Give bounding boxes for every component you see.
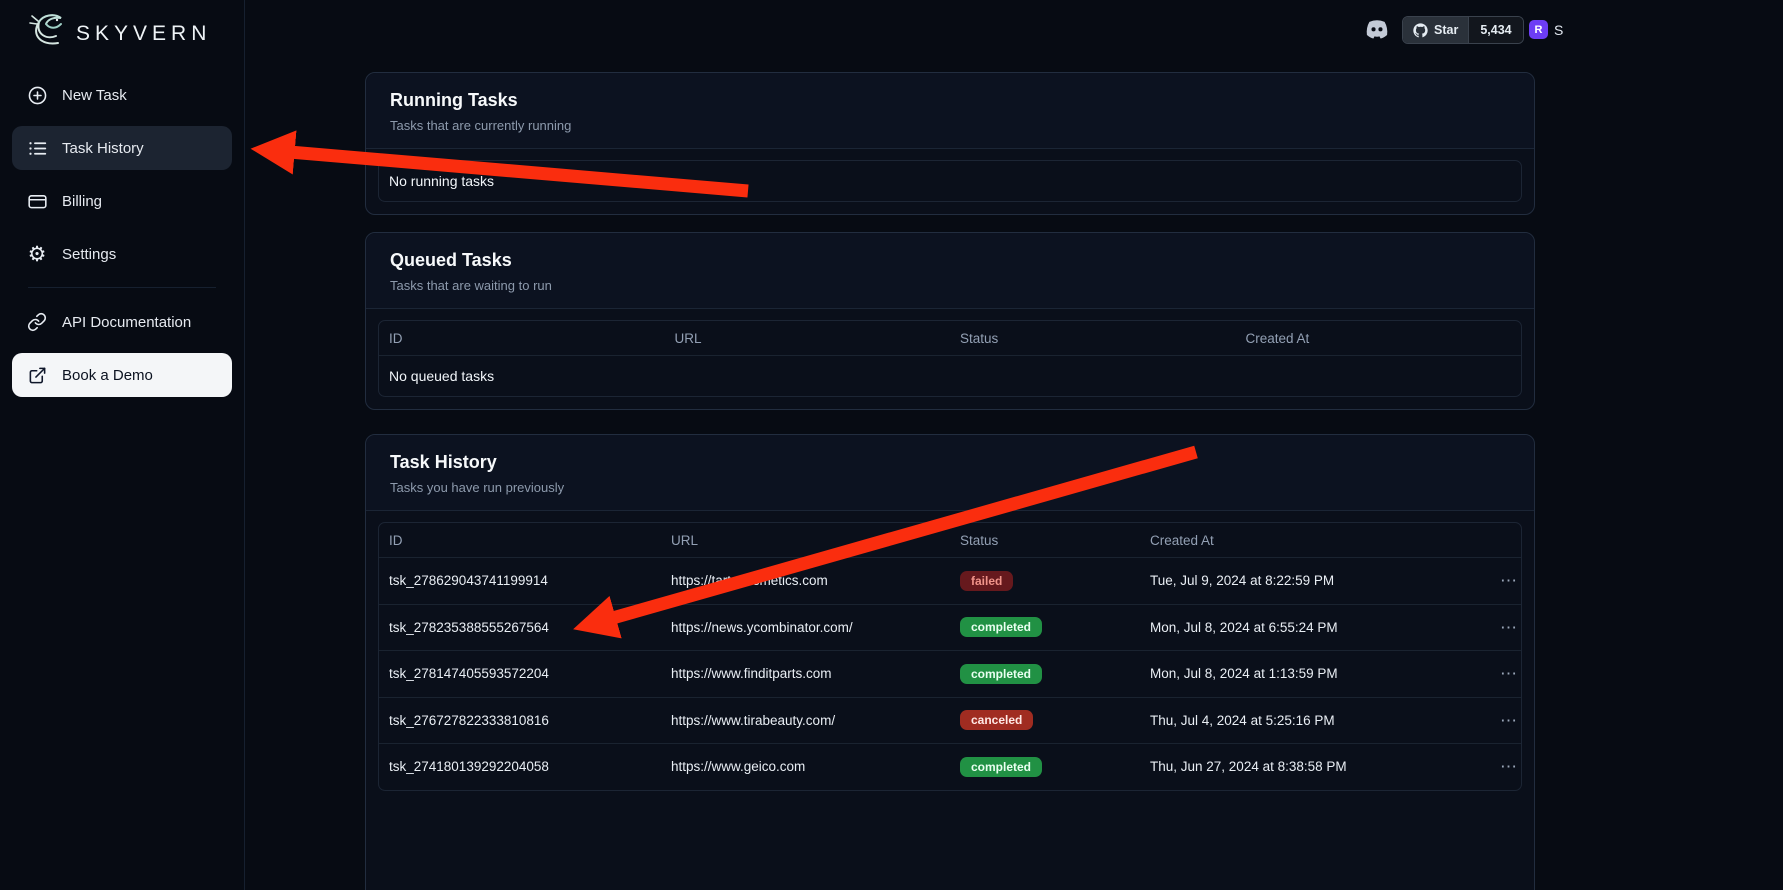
sidebar-item-label: Settings xyxy=(62,246,116,263)
task-created-at: Mon, Jul 8, 2024 at 1:13:59 PM xyxy=(1140,666,1490,681)
status-badge: canceled xyxy=(960,710,1033,730)
status-badge: completed xyxy=(960,664,1042,684)
history-table-body: tsk_278629043741199914https://tartecosme… xyxy=(379,557,1521,790)
list-icon xyxy=(26,137,48,159)
task-created-at: Thu, Jul 4, 2024 at 5:25:16 PM xyxy=(1140,713,1490,728)
column-header: ID xyxy=(379,533,661,548)
task-id: tsk_276727822333810816 xyxy=(379,713,661,728)
brand-name: SKYVERN xyxy=(76,22,211,46)
github-star-widget[interactable]: Star 5,434 xyxy=(1402,16,1524,44)
task-row[interactable]: tsk_278147405593572204https://www.findit… xyxy=(379,650,1521,697)
card-title: Running Tasks xyxy=(390,90,1510,111)
task-history-header: Task History Tasks you have run previous… xyxy=(366,435,1534,511)
running-tasks-header: Running Tasks Tasks that are currently r… xyxy=(366,73,1534,149)
row-actions-button[interactable]: ⋯ xyxy=(1500,758,1517,775)
sidebar-item-label: New Task xyxy=(62,87,127,104)
task-actions: ⋯ xyxy=(1490,758,1522,775)
column-header: Status xyxy=(950,331,1236,346)
task-url: https://www.finditparts.com xyxy=(661,666,950,681)
sidebar-item-settings[interactable]: ⚙ Settings xyxy=(12,232,232,276)
card-subtitle: Tasks that are currently running xyxy=(390,118,1510,133)
row-actions-button[interactable]: ⋯ xyxy=(1500,572,1517,589)
sidebar: SKYVERN New Task Task History xyxy=(0,0,245,890)
link-icon xyxy=(26,311,48,333)
row-actions-button[interactable]: ⋯ xyxy=(1500,619,1517,636)
user-label-clipped: S xyxy=(1554,22,1563,38)
task-created-at: Mon, Jul 8, 2024 at 6:55:24 PM xyxy=(1140,620,1490,635)
task-url: https://news.ycombinator.com/ xyxy=(661,620,950,635)
history-table-head: IDURLStatusCreated At xyxy=(379,523,1521,557)
github-star-count: 5,434 xyxy=(1468,17,1522,43)
plus-circle-icon xyxy=(26,84,48,106)
task-status: canceled xyxy=(950,710,1140,730)
status-badge: completed xyxy=(960,617,1042,637)
queued-tasks-card: Queued Tasks Tasks that are waiting to r… xyxy=(365,232,1535,410)
task-id: tsk_278147405593572204 xyxy=(379,666,661,681)
task-actions: ⋯ xyxy=(1490,665,1522,682)
card-title: Task History xyxy=(390,452,1510,473)
column-header: Created At xyxy=(1236,331,1522,346)
task-status: completed xyxy=(950,617,1140,637)
task-id: tsk_278629043741199914 xyxy=(379,573,661,588)
task-created-at: Thu, Jun 27, 2024 at 8:38:58 PM xyxy=(1140,759,1490,774)
task-created-at: Tue, Jul 9, 2024 at 8:22:59 PM xyxy=(1140,573,1490,588)
sidebar-item-task-history[interactable]: Task History xyxy=(12,126,232,170)
column-header: URL xyxy=(665,331,951,346)
github-star-label: Star xyxy=(1434,23,1458,37)
external-link-icon xyxy=(26,364,48,386)
queued-table-head: IDURLStatusCreated At xyxy=(379,321,1521,355)
task-url: https://tartecosmetics.com xyxy=(661,573,950,588)
discord-icon[interactable] xyxy=(1364,18,1390,42)
avatar[interactable]: R xyxy=(1529,20,1548,39)
task-status: completed xyxy=(950,757,1140,777)
task-row[interactable]: tsk_276727822333810816https://www.tirabe… xyxy=(379,697,1521,744)
task-id: tsk_278235388555267564 xyxy=(379,620,661,635)
column-header: Status xyxy=(950,533,1140,548)
sidebar-item-book-a-demo[interactable]: Book a Demo xyxy=(12,353,232,397)
task-url: https://www.geico.com xyxy=(661,759,950,774)
brand-logo-link[interactable]: SKYVERN xyxy=(0,0,244,60)
queued-empty-state: No queued tasks xyxy=(379,355,1521,396)
row-actions-button[interactable]: ⋯ xyxy=(1500,665,1517,682)
sidebar-item-new-task[interactable]: New Task xyxy=(12,73,232,117)
sidebar-item-billing[interactable]: Billing xyxy=(12,179,232,223)
task-history-card: Task History Tasks you have run previous… xyxy=(365,434,1535,890)
sidebar-item-label: Billing xyxy=(62,193,102,210)
sidebar-item-label: API Documentation xyxy=(62,314,191,331)
row-actions-button[interactable]: ⋯ xyxy=(1500,712,1517,729)
status-badge: completed xyxy=(960,757,1042,777)
card-subtitle: Tasks that are waiting to run xyxy=(390,278,1510,293)
github-icon xyxy=(1413,23,1428,38)
sidebar-item-api-documentation[interactable]: API Documentation xyxy=(12,300,232,344)
gear-icon: ⚙ xyxy=(26,243,48,265)
sidebar-item-label: Task History xyxy=(62,140,144,157)
column-header: Created At xyxy=(1140,533,1490,548)
task-id: tsk_274180139292204058 xyxy=(379,759,661,774)
task-status: failed xyxy=(950,571,1140,591)
running-empty-state: No running tasks xyxy=(379,161,1521,201)
queued-tasks-header: Queued Tasks Tasks that are waiting to r… xyxy=(366,233,1534,309)
credit-card-icon xyxy=(26,190,48,212)
task-actions: ⋯ xyxy=(1490,712,1522,729)
task-row[interactable]: tsk_278629043741199914https://tartecosme… xyxy=(379,557,1521,604)
card-subtitle: Tasks you have run previously xyxy=(390,480,1510,495)
sidebar-item-label: Book a Demo xyxy=(62,367,153,384)
skyvern-logo-icon xyxy=(22,10,68,59)
task-url: https://www.tirabeauty.com/ xyxy=(661,713,950,728)
running-tasks-card: Running Tasks Tasks that are currently r… xyxy=(365,72,1535,215)
column-header: ID xyxy=(379,331,665,346)
task-row[interactable]: tsk_278235388555267564https://news.ycomb… xyxy=(379,604,1521,651)
task-actions: ⋯ xyxy=(1490,619,1522,636)
column-header: URL xyxy=(661,533,950,548)
task-status: completed xyxy=(950,664,1140,684)
card-title: Queued Tasks xyxy=(390,250,1510,271)
task-row[interactable]: tsk_274180139292204058https://www.geico.… xyxy=(379,743,1521,790)
task-actions: ⋯ xyxy=(1490,572,1522,589)
status-badge: failed xyxy=(960,571,1013,591)
sidebar-divider xyxy=(28,287,216,288)
sidebar-nav: New Task Task History Billing ⚙ Settings xyxy=(0,73,244,397)
